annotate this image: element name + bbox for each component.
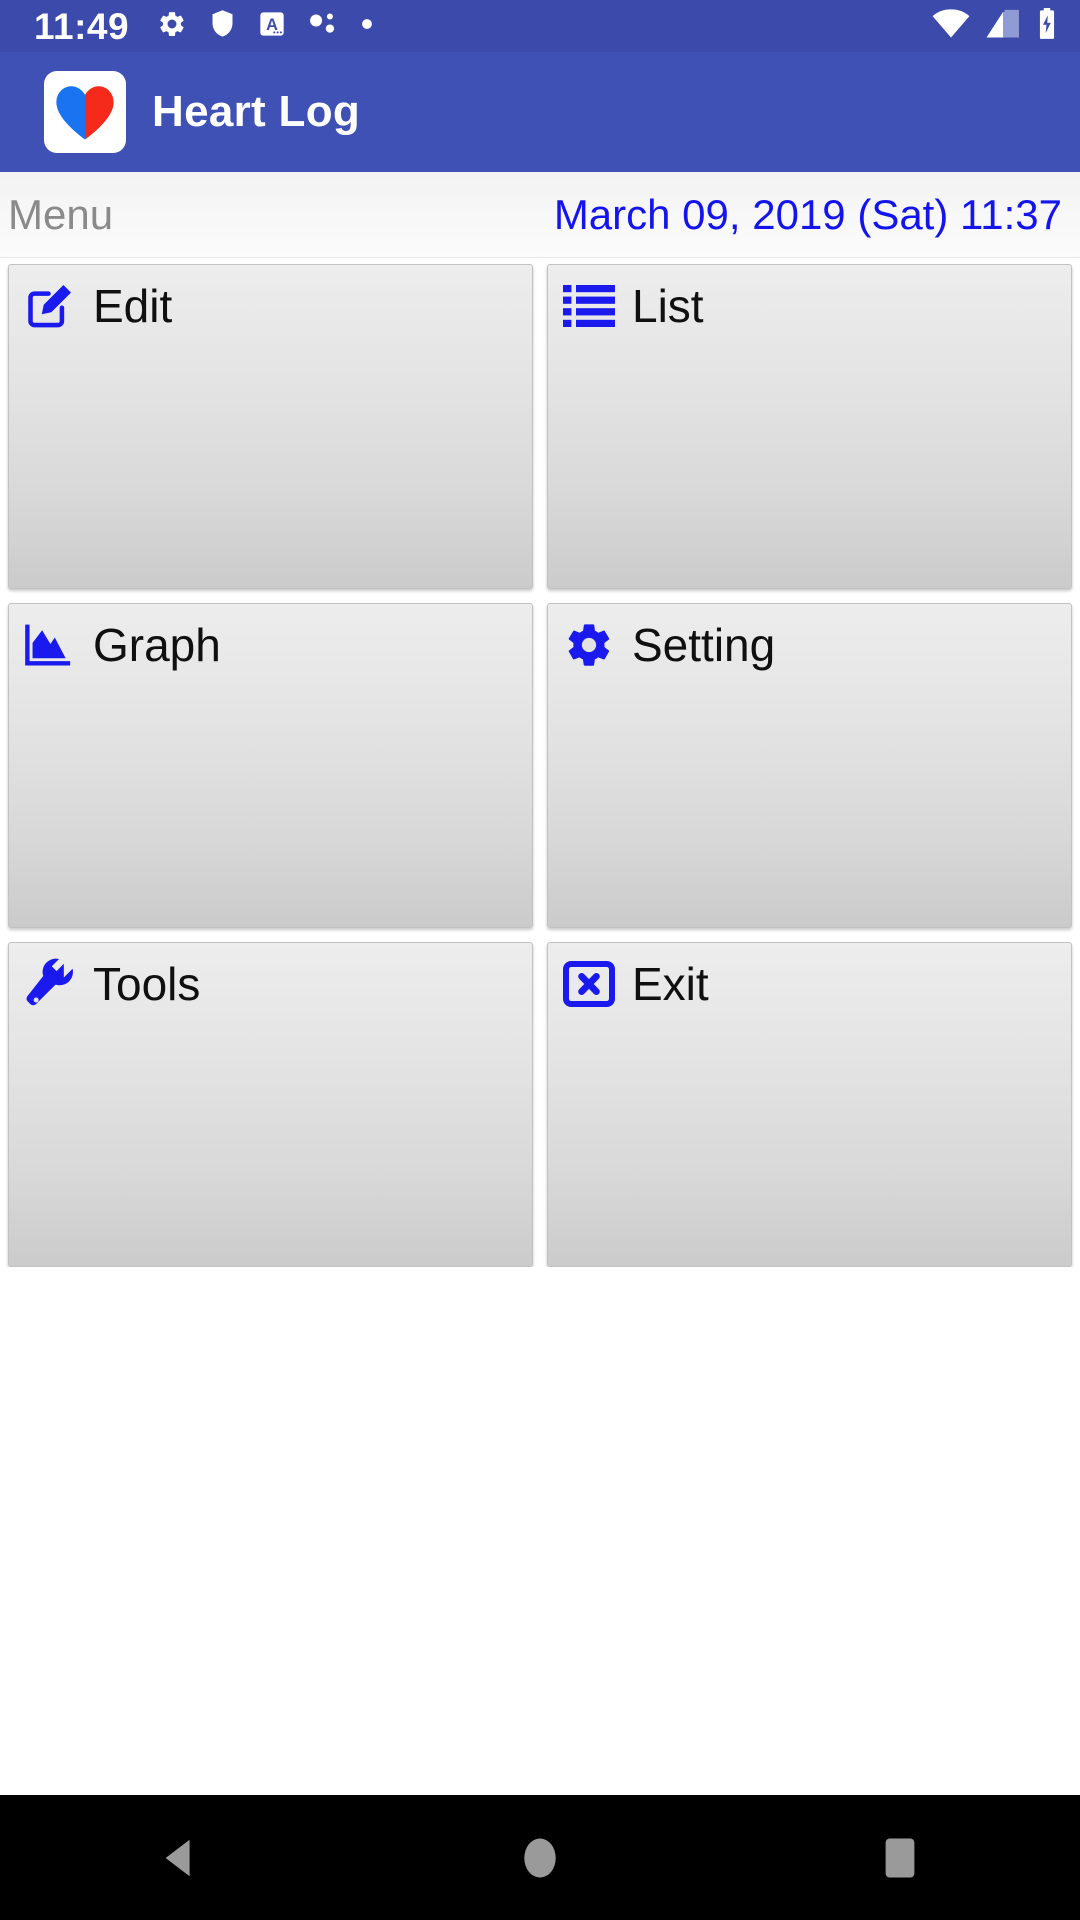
tile-graph[interactable]: Graph xyxy=(8,603,533,928)
tile-label: Setting xyxy=(632,619,776,671)
tile-label: Exit xyxy=(632,958,709,1010)
status-left-icons: A xyxy=(157,9,374,44)
status-clock: 11:49 xyxy=(34,5,130,47)
cellular-signal-icon xyxy=(986,9,1020,44)
tile-setting[interactable]: Setting xyxy=(547,603,1072,928)
battery-charging-icon xyxy=(1036,7,1058,45)
list-icon xyxy=(562,279,616,333)
tile-label: Edit xyxy=(93,280,173,332)
menu-label: Menu xyxy=(8,190,114,238)
app-root: 11:49 A Heart Log Menu March 09, 2019 (S… xyxy=(0,0,1080,1920)
shield-icon xyxy=(209,9,236,44)
tile-edit[interactable]: Edit xyxy=(8,264,533,589)
wifi-icon xyxy=(932,8,970,44)
recents-icon[interactable] xyxy=(810,1795,990,1920)
status-bar: 11:49 A xyxy=(0,0,1080,52)
tile-row: Edit List xyxy=(8,264,1072,589)
heart-logo-icon xyxy=(44,71,126,153)
dot-icon xyxy=(360,17,374,36)
app-title: Heart Log xyxy=(152,87,361,136)
home-icon[interactable] xyxy=(450,1795,630,1920)
svg-text:A: A xyxy=(266,15,278,33)
current-date-label[interactable]: March 09, 2019 (Sat) 11:37 xyxy=(554,193,1062,236)
empty-content-area xyxy=(0,1267,1080,1795)
menu-date-bar: Menu March 09, 2019 (Sat) 11:37 xyxy=(0,172,1080,258)
tile-list[interactable]: List xyxy=(547,264,1072,589)
tile-label: List xyxy=(632,280,704,332)
edit-pencil-icon xyxy=(23,279,77,333)
android-nav-bar xyxy=(0,1795,1080,1920)
gear-icon xyxy=(562,618,616,672)
app-header: Heart Log xyxy=(0,52,1080,172)
wrench-icon xyxy=(23,957,77,1011)
gear-icon xyxy=(157,9,187,44)
menu-tile-grid: Edit List Graph Setting Tools Exit xyxy=(0,258,1080,1267)
area-chart-icon xyxy=(23,618,77,672)
tile-tools[interactable]: Tools xyxy=(8,942,533,1267)
status-right-icons xyxy=(932,7,1058,45)
tile-label: Graph xyxy=(93,619,221,671)
tile-exit[interactable]: Exit xyxy=(547,942,1072,1267)
back-icon[interactable] xyxy=(90,1795,270,1920)
dots-icon xyxy=(308,10,338,43)
letter-a-icon: A xyxy=(258,10,286,43)
exit-x-box-icon xyxy=(562,957,616,1011)
tile-label: Tools xyxy=(93,958,201,1010)
tile-row: Tools Exit xyxy=(8,942,1072,1267)
tile-row: Graph Setting xyxy=(8,603,1072,928)
